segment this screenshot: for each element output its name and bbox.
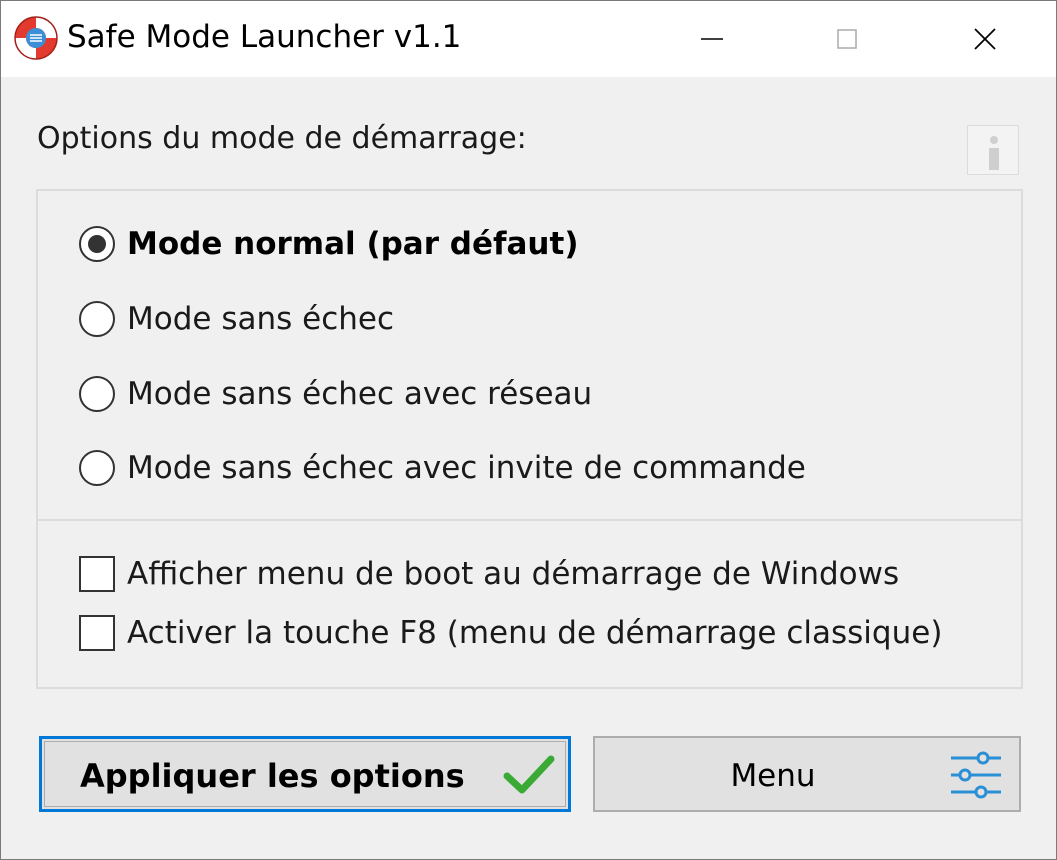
radio-button[interactable] bbox=[79, 376, 115, 412]
checkbox[interactable] bbox=[79, 615, 115, 651]
minimize-button[interactable] bbox=[643, 1, 781, 77]
menu-button[interactable]: Menu bbox=[593, 736, 1021, 812]
close-icon bbox=[974, 28, 996, 50]
minimize-icon bbox=[701, 38, 723, 40]
lifebuoy-icon bbox=[14, 16, 58, 60]
checkbox-f8-key[interactable]: Activer la touche F8 (menu de démarrage … bbox=[79, 611, 942, 655]
maximize-button[interactable] bbox=[779, 1, 917, 77]
close-button[interactable] bbox=[916, 1, 1054, 77]
radio-label: Mode sans échec avec réseau bbox=[127, 376, 593, 412]
radio-button[interactable] bbox=[79, 301, 115, 337]
apply-button-label: Appliquer les options bbox=[80, 757, 465, 795]
info-icon bbox=[989, 136, 999, 170]
radio-option-safe-mode-network[interactable]: Mode sans échec avec réseau bbox=[79, 372, 592, 416]
radio-button[interactable] bbox=[79, 450, 115, 486]
checkbox[interactable] bbox=[79, 556, 115, 592]
radio-option-safe-mode[interactable]: Mode sans échec bbox=[79, 297, 394, 341]
apply-options-button[interactable]: Appliquer les options bbox=[39, 736, 571, 812]
checkbox-boot-menu[interactable]: Afficher menu de boot au démarrage de Wi… bbox=[79, 552, 899, 596]
app-window: Safe Mode Launcher v1.1 Options du mode … bbox=[0, 0, 1057, 860]
boot-options-label: Options du mode de démarrage: bbox=[37, 121, 527, 156]
radio-label: Mode sans échec avec invite de commande bbox=[127, 450, 806, 486]
radio-label: Mode sans échec bbox=[127, 301, 394, 337]
sliders-icon bbox=[951, 751, 1001, 799]
menu-button-label: Menu bbox=[730, 758, 816, 794]
checkbox-label: Afficher menu de boot au démarrage de Wi… bbox=[127, 556, 900, 592]
radio-label: Mode normal (par défaut) bbox=[127, 226, 579, 262]
checkmark-icon bbox=[503, 755, 555, 794]
title-bar[interactable]: Safe Mode Launcher v1.1 bbox=[1, 1, 1056, 77]
window-title: Safe Mode Launcher v1.1 bbox=[67, 19, 462, 55]
info-button[interactable] bbox=[967, 125, 1019, 175]
radio-button-checked[interactable] bbox=[79, 226, 115, 262]
radio-option-safe-mode-command-prompt[interactable]: Mode sans échec avec invite de commande bbox=[79, 446, 806, 490]
radio-option-normal[interactable]: Mode normal (par défaut) bbox=[79, 222, 578, 266]
maximize-icon bbox=[837, 29, 857, 49]
checkbox-label: Activer la touche F8 (menu de démarrage … bbox=[127, 615, 943, 651]
group-divider bbox=[38, 519, 1021, 521]
